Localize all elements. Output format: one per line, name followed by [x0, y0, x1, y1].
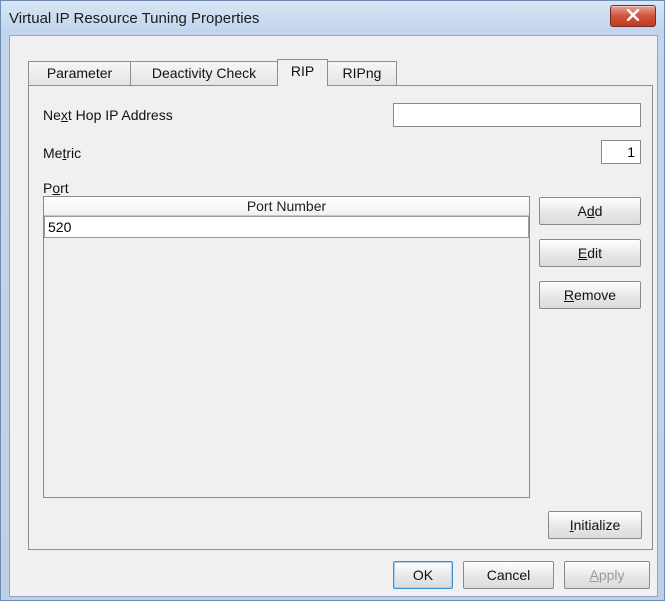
add-button[interactable]: Add [539, 197, 641, 225]
tab-ripng[interactable]: RIPng [327, 61, 397, 86]
tab-parameter-label: Parameter [46, 65, 113, 81]
apply-button[interactable]: Apply [564, 561, 650, 589]
close-button[interactable] [610, 5, 656, 27]
next-hop-ip-input[interactable] [393, 103, 641, 127]
rip-panel: Next Hop IP Address Metric Port Port Num… [28, 85, 653, 550]
window-title: Virtual IP Resource Tuning Properties [9, 10, 260, 27]
dialog-window: Virtual IP Resource Tuning Properties Pa… [0, 0, 665, 601]
remove-button[interactable]: Remove [539, 281, 641, 309]
port-label: Port [43, 180, 69, 196]
edit-button[interactable]: Edit [539, 239, 641, 267]
port-table[interactable]: Port Number 520 [43, 196, 530, 498]
tab-ripng-label: RIPng [342, 65, 382, 81]
tab-deactivity-check[interactable]: Deactivity Check [130, 61, 278, 86]
metric-label: Metric [43, 145, 82, 161]
initialize-button[interactable]: Initialize [548, 511, 642, 539]
dialog-body: Parameter Deactivity Check RIP RIPng Nex… [9, 35, 658, 597]
metric-input[interactable] [601, 140, 641, 164]
tab-deactivity-check-label: Deactivity Check [151, 65, 257, 81]
tab-parameter[interactable]: Parameter [28, 61, 131, 86]
port-number-column-header[interactable]: Port Number [44, 197, 529, 216]
next-hop-label: Next Hop IP Address [43, 107, 173, 123]
tab-rip[interactable]: RIP [277, 59, 328, 86]
title-bar[interactable]: Virtual IP Resource Tuning Properties [1, 1, 664, 35]
close-icon [626, 8, 640, 24]
cancel-button[interactable]: Cancel [463, 561, 554, 589]
tab-rip-label: RIP [290, 63, 315, 79]
ok-button[interactable]: OK [393, 561, 453, 589]
table-row[interactable]: 520 [44, 216, 529, 238]
